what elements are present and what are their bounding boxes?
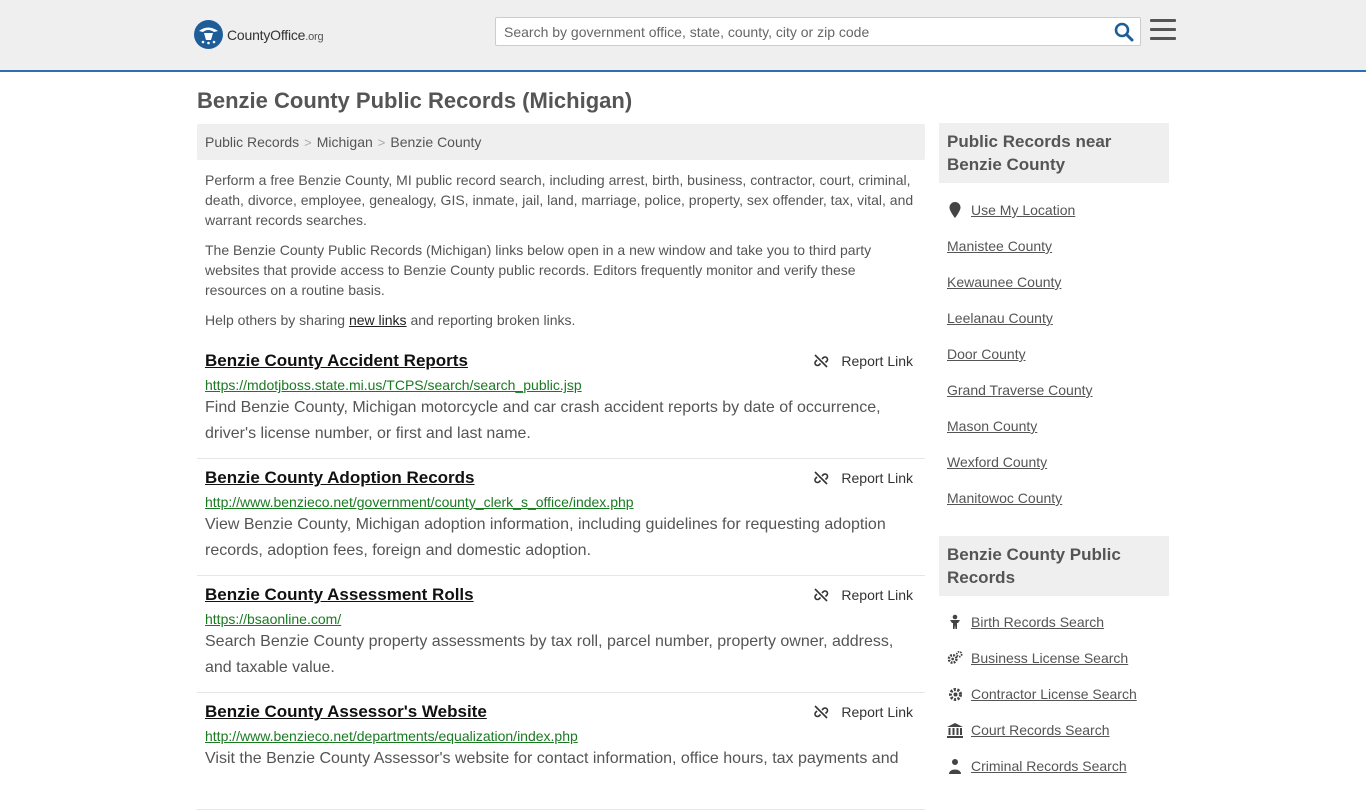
- sidebar-nearby-title: Public Records near Benzie County: [939, 123, 1169, 183]
- nearby-county-link[interactable]: Leelanau County: [947, 310, 1053, 326]
- list-item: Court Records Search: [947, 712, 1161, 748]
- record-search-link[interactable]: Contractor License Search: [971, 686, 1137, 702]
- list-item: Kewaunee County: [947, 264, 1161, 300]
- new-links-link[interactable]: new links: [349, 312, 407, 328]
- report-link-label: Report Link: [841, 704, 913, 720]
- page-title: Benzie County Public Records (Michigan): [197, 88, 633, 113]
- nearby-county-link[interactable]: Mason County: [947, 418, 1037, 434]
- use-location-item: Use My Location: [947, 192, 1161, 228]
- baby-icon: [947, 614, 963, 630]
- breadcrumb-separator: >: [377, 135, 386, 150]
- list-item: Door County: [947, 336, 1161, 372]
- logo-text: CountyOffice.org: [227, 26, 324, 43]
- sidebar-records-title: Benzie County Public Records: [939, 536, 1169, 596]
- record-search-link[interactable]: Business License Search: [971, 650, 1128, 666]
- record-url[interactable]: https://bsaonline.com/: [205, 611, 917, 627]
- record-item: Benzie County Assessor's Website Report …: [197, 693, 925, 810]
- intro-report-text: and reporting broken links.: [406, 312, 576, 328]
- intro-paragraph-3: Help others by sharing new links and rep…: [205, 310, 920, 330]
- nearby-county-link[interactable]: Door County: [947, 346, 1026, 362]
- breadcrumb-michigan[interactable]: Michigan: [317, 134, 373, 150]
- record-title-link[interactable]: Benzie County Assessor's Website: [205, 702, 487, 722]
- report-link-button[interactable]: Report Link: [813, 353, 913, 369]
- nearby-county-link[interactable]: Kewaunee County: [947, 274, 1061, 290]
- record-title-link[interactable]: Benzie County Adoption Records: [205, 468, 475, 488]
- record-list: Benzie County Accident Reports Report Li…: [197, 342, 925, 810]
- nearby-county-link[interactable]: Wexford County: [947, 454, 1047, 470]
- record-search-link[interactable]: Court Records Search: [971, 722, 1110, 738]
- record-description: View Benzie County, Michigan adoption in…: [205, 516, 886, 559]
- record-description: Search Benzie County property assessment…: [205, 633, 894, 676]
- hamburger-menu-icon[interactable]: [1150, 19, 1176, 41]
- search-input[interactable]: [496, 18, 1096, 45]
- list-item: Manistee County: [947, 228, 1161, 264]
- breadcrumb-benzie-county[interactable]: Benzie County: [390, 134, 481, 150]
- record-search-link[interactable]: Criminal Records Search: [971, 758, 1127, 774]
- list-item: Mason County: [947, 408, 1161, 444]
- report-link-button[interactable]: Report Link: [813, 704, 913, 720]
- site-logo[interactable]: CountyOffice.org: [194, 20, 324, 49]
- use-my-location-link[interactable]: Use My Location: [971, 202, 1075, 218]
- record-search-link[interactable]: Birth Records Search: [971, 614, 1104, 630]
- nearby-county-link[interactable]: Manitowoc County: [947, 490, 1062, 506]
- nearby-county-list: Use My Location Manistee County Kewaunee…: [939, 183, 1169, 516]
- nearby-county-link[interactable]: Grand Traverse County: [947, 382, 1093, 398]
- list-item: Wexford County: [947, 444, 1161, 480]
- list-item: Criminal Records Search: [947, 748, 1161, 784]
- record-url[interactable]: https://mdotjboss.state.mi.us/TCPS/searc…: [205, 377, 917, 393]
- report-link-button[interactable]: Report Link: [813, 470, 913, 486]
- list-item: Birth Records Search: [947, 604, 1161, 640]
- broken-link-icon: [814, 588, 829, 602]
- criminal-icon: [947, 758, 963, 774]
- list-item: Grand Traverse County: [947, 372, 1161, 408]
- report-link-label: Report Link: [841, 470, 913, 486]
- broken-link-icon: [814, 354, 829, 368]
- nearby-county-link[interactable]: Manistee County: [947, 238, 1052, 254]
- record-item: Benzie County Adoption Records Report Li…: [197, 459, 925, 576]
- logo-eagle-icon: [194, 20, 223, 49]
- list-item: Leelanau County: [947, 300, 1161, 336]
- breadcrumb: Public Records > Michigan > Benzie County: [197, 124, 925, 160]
- search-bar: [495, 17, 1141, 46]
- logo-suffix: .org: [305, 30, 324, 43]
- map-pin-icon: [947, 202, 963, 218]
- intro-paragraph-2: The Benzie County Public Records (Michig…: [205, 242, 872, 298]
- gear-icon: [947, 686, 963, 702]
- intro-share-text: Help others by sharing: [205, 312, 349, 328]
- record-url[interactable]: http://www.benzieco.net/government/count…: [205, 494, 917, 510]
- list-item: Contractor License Search: [947, 676, 1161, 712]
- intro-paragraph-1: Perform a free Benzie County, MI public …: [205, 172, 914, 228]
- sidebar-nearby: Public Records near Benzie County Use My…: [939, 123, 1169, 516]
- broken-link-icon: [814, 705, 829, 719]
- broken-link-icon: [814, 471, 829, 485]
- search-icon[interactable]: [1114, 22, 1134, 42]
- gears-icon: [947, 650, 963, 666]
- report-link-label: Report Link: [841, 587, 913, 603]
- top-header: CountyOffice.org: [0, 0, 1366, 72]
- report-link-button[interactable]: Report Link: [813, 587, 913, 603]
- intro-text: Perform a free Benzie County, MI public …: [205, 170, 920, 340]
- record-description: Visit the Benzie County Assessor's websi…: [205, 750, 899, 767]
- record-title-link[interactable]: Benzie County Assessment Rolls: [205, 585, 474, 605]
- breadcrumb-separator: >: [304, 135, 312, 150]
- logo-brand: CountyOffice: [227, 26, 306, 43]
- record-item: Benzie County Assessment Rolls Report Li…: [197, 576, 925, 693]
- list-item: Manitowoc County: [947, 480, 1161, 516]
- record-title-link[interactable]: Benzie County Accident Reports: [205, 351, 468, 371]
- county-records-list: Birth Records Search Business License Se…: [939, 596, 1169, 784]
- report-link-label: Report Link: [841, 353, 913, 369]
- breadcrumb-public-records[interactable]: Public Records: [205, 134, 299, 150]
- record-description: Find Benzie County, Michigan motorcycle …: [205, 399, 881, 442]
- sidebar-county-records: Benzie County Public Records Birth Recor…: [939, 536, 1169, 784]
- record-item: Benzie County Accident Reports Report Li…: [197, 342, 925, 459]
- list-item: Business License Search: [947, 640, 1161, 676]
- record-url[interactable]: http://www.benzieco.net/departments/equa…: [205, 728, 917, 744]
- courthouse-icon: [947, 722, 963, 738]
